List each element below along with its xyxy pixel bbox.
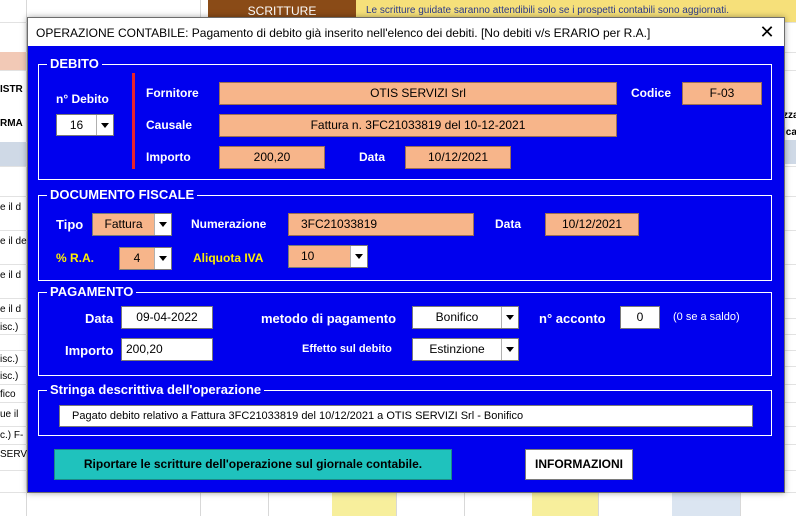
data-label: Data	[495, 217, 522, 231]
riportare-scritture-button[interactable]: Riportare le scritture dell'operazione s…	[54, 449, 452, 480]
n-debito-label: n° Debito	[56, 92, 109, 106]
aliquota-label: Aliquota IVA	[193, 251, 264, 265]
section-title: PAGAMENTO	[47, 284, 137, 299]
causale-field: Fattura n. 3FC21033819 del 10-12-2021	[219, 114, 617, 137]
notice-text: Le scritture guidate saranno attendibili…	[366, 5, 729, 16]
cell-fragment: isc.)	[0, 371, 19, 382]
tipo-select[interactable]: Fattura	[92, 213, 172, 236]
ra-select[interactable]: 4	[119, 247, 172, 270]
cell-fragment: ISTR	[0, 84, 23, 95]
dialog-titlebar: OPERAZIONE CONTABILE: Pagamento di debit…	[28, 18, 784, 46]
chevron-down-icon[interactable]	[154, 248, 171, 269]
cell-fragment: e il d	[0, 270, 22, 281]
aliquota-value: 10	[301, 249, 315, 263]
aliquota-select[interactable]: 10	[288, 245, 368, 268]
chevron-down-icon[interactable]	[501, 339, 518, 360]
close-icon[interactable]: ✕	[756, 21, 778, 43]
chevron-down-icon[interactable]	[350, 246, 367, 267]
pagamento-importo-input[interactable]: 200,20	[121, 338, 213, 361]
codice-field: F-03	[682, 82, 762, 105]
numerazione-label: Numerazione	[191, 217, 267, 231]
data-label: Data	[359, 150, 386, 164]
cell-fragment: ue il	[0, 409, 19, 420]
n-debito-select[interactable]: 16	[56, 114, 114, 136]
chevron-down-icon[interactable]	[501, 307, 518, 328]
cell-fragment: e il de	[0, 236, 27, 247]
acconto-hint: (0 se a saldo)	[673, 311, 740, 323]
cell-fragment: RMA	[0, 118, 23, 129]
tipo-label: Tipo	[56, 217, 84, 232]
chevron-down-icon[interactable]	[96, 115, 113, 135]
causale-label: Causale	[146, 118, 193, 132]
section-title: DOCUMENTO FISCALE	[47, 187, 198, 202]
pagamento-section: PAGAMENTO	[38, 284, 772, 376]
pagamento-data-input[interactable]: 09-04-2022	[121, 306, 213, 329]
data-field: 10/12/2021	[405, 146, 511, 169]
chevron-down-icon[interactable]	[154, 214, 171, 235]
cell-fragment: SERV	[0, 449, 28, 460]
metodo-label: metodo di pagamento	[261, 311, 397, 326]
pagamento-importo-label: Importo	[65, 343, 114, 358]
cell-fragment: c.) F-	[0, 430, 24, 441]
divider	[132, 73, 135, 169]
section-title: Stringa descrittiva dell'operazione	[47, 382, 265, 397]
cell-fragment: e il d	[0, 304, 22, 315]
data-field: 10/12/2021	[545, 213, 639, 236]
ra-value: 4	[133, 251, 141, 265]
numerazione-field: 3FC21033819	[288, 213, 474, 236]
n-debito-value: 16	[69, 118, 84, 132]
dialog-title: OPERAZIONE CONTABILE: Pagamento di debit…	[36, 26, 651, 40]
importo-label: Importo	[146, 150, 191, 164]
acconto-input[interactable]: 0	[620, 306, 660, 329]
effetto-value: Estinzione	[429, 342, 485, 356]
stringa-descrittiva-input[interactable]: Pagato debito relativo a Fattura 3FC2103…	[59, 405, 753, 427]
pagamento-data-label: Data	[85, 311, 114, 326]
cell-fragment: isc.)	[0, 322, 19, 333]
section-title: DEBITO	[47, 56, 102, 71]
informazioni-button[interactable]: INFORMAZIONI	[525, 449, 633, 480]
codice-label: Codice	[631, 86, 672, 100]
cell-fragment: e il d	[0, 202, 22, 213]
importo-field: 200,20	[219, 146, 325, 169]
ra-label: % R.A.	[56, 251, 95, 265]
fornitore-field: OTIS SERVIZI Srl	[219, 82, 617, 105]
cell-fragment: fico	[0, 389, 16, 400]
metodo-select[interactable]: Bonifico	[412, 306, 519, 329]
fornitore-label: Fornitore	[146, 86, 199, 100]
cell-fragment: isc.)	[0, 354, 19, 365]
metodo-value: Bonifico	[435, 310, 479, 324]
acconto-label: n° acconto	[539, 311, 606, 326]
tipo-value: Fattura	[104, 217, 143, 231]
effetto-label: Effetto sul debito	[302, 343, 392, 355]
operazione-contabile-dialog: OPERAZIONE CONTABILE: Pagamento di debit…	[27, 17, 785, 493]
effetto-select[interactable]: Estinzione	[412, 338, 519, 361]
